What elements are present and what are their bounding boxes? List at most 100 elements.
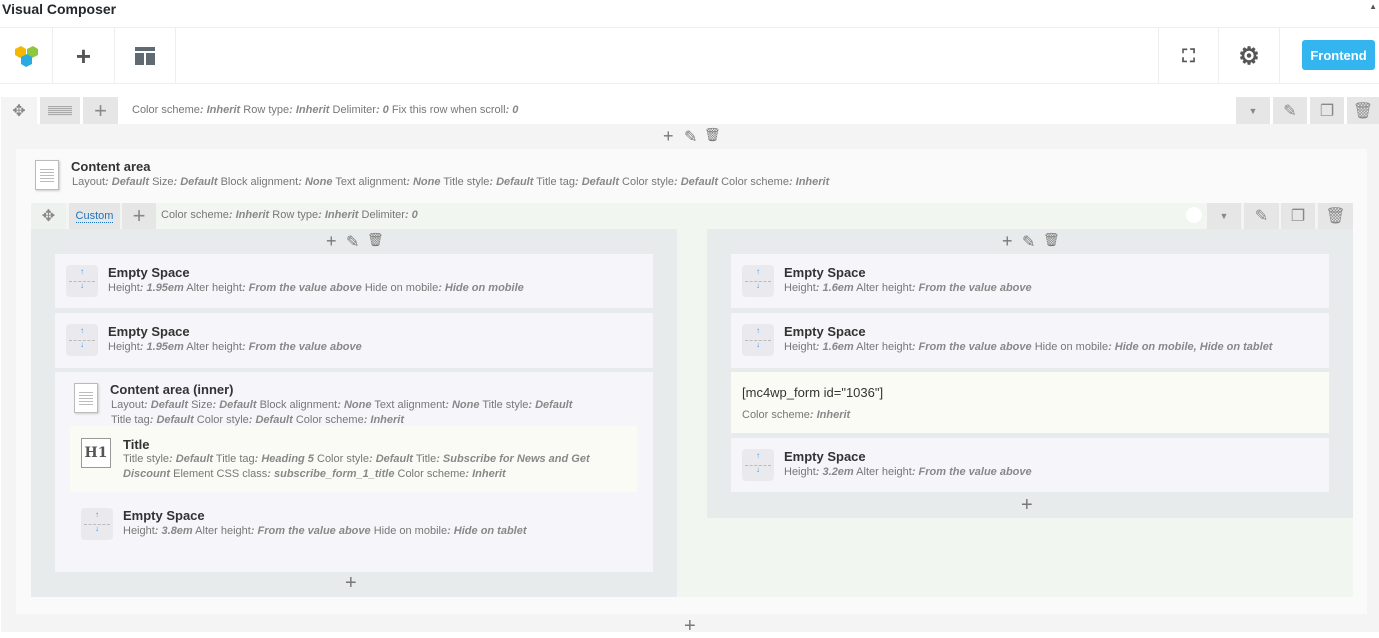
meta-value: : Default: [169, 453, 214, 465]
shortcode-element[interactable]: [mc4wp_form id="1036"] Color scheme: Inh…: [731, 372, 1329, 433]
row-layout-button[interactable]: [40, 97, 80, 124]
clone-inner-row-icon[interactable]: ❐: [1281, 203, 1315, 229]
meta-value: : Default: [149, 414, 194, 426]
meta-value: : 1.95em: [139, 341, 184, 353]
empty-space-element[interactable]: ↑ ↓ Empty Space Height: 3.2em Alter heigh…: [731, 438, 1329, 492]
meta-value: : Default: [105, 176, 150, 188]
delete-column-trash-icon[interactable]: 🗑: [704, 127, 721, 143]
outer-row-meta: Color scheme: Inherit Row type: Inherit …: [132, 104, 518, 116]
meta-pair: Color scheme: Inherit: [295, 414, 405, 426]
title-element[interactable]: H1 Title Title style: Default Title tag:…: [70, 426, 637, 492]
empty-space-icon: ↑ ↓: [66, 324, 98, 356]
delete-inner-row-trash-icon[interactable]: 🗑: [1318, 203, 1353, 229]
move-row-icon[interactable]: ✥: [1, 97, 37, 124]
meta-pair: Fix this row when scroll: 0: [391, 104, 519, 116]
meta-value: : Default: [173, 176, 218, 188]
meta-value: : From the value above: [241, 341, 362, 353]
inner-row-meta: Color scheme: Inherit Row type: Inherit …: [161, 209, 418, 221]
meta-pair: Color scheme: Inherit: [397, 468, 506, 480]
meta-pair: Color scheme: Inherit: [161, 209, 270, 221]
meta-value: : Inherit: [788, 176, 830, 188]
element-meta: Height: 1.6em Alter height: From the val…: [784, 340, 1272, 355]
delete-column-trash-icon[interactable]: 🗑: [367, 232, 384, 248]
empty-space-icon: ↑ ↓: [81, 508, 113, 540]
meta-value: : None: [406, 176, 441, 188]
delete-column-trash-icon[interactable]: 🗑: [1043, 232, 1060, 248]
meta-value: : Hide on mobile: [438, 282, 524, 294]
meta-value: : Default: [212, 399, 257, 411]
content-area-meta: Layout: Default Size: Default Block alig…: [72, 176, 829, 188]
meta-pair: Height: 1.6em: [784, 341, 854, 353]
inner-row-toggle[interactable]: [1186, 207, 1202, 223]
move-inner-row-icon[interactable]: ✥: [31, 203, 66, 229]
meta-value: : Inherit: [289, 104, 330, 116]
meta-pair: Title style: Default: [482, 399, 573, 411]
edit-column-pencil-icon[interactable]: ✎: [1022, 232, 1035, 252]
meta-value: : Inherit: [809, 409, 851, 421]
clone-row-icon[interactable]: ❐: [1310, 97, 1344, 124]
empty-space-element[interactable]: ↑ ↓ Empty Space Height: 1.6em Alter heigh…: [731, 254, 1329, 308]
settings-gear-icon[interactable]: ⚙: [1219, 28, 1280, 84]
inner-row-layout-custom[interactable]: Custom: [69, 203, 120, 229]
meta-pair: Height: 1.95em: [108, 282, 184, 294]
element-title: Empty Space: [123, 508, 205, 523]
add-element-plus-icon[interactable]: +: [663, 126, 674, 147]
add-row-plus-icon[interactable]: +: [684, 615, 696, 638]
meta-pair: Alter height: From the value above: [856, 282, 1032, 294]
heading-h1-icon: H1: [81, 438, 111, 468]
meta-value: : Inherit: [465, 468, 506, 480]
meta-value: : From the value above: [250, 525, 371, 537]
meta-pair: Title style: Default: [123, 453, 214, 465]
add-column-button[interactable]: +: [83, 97, 118, 124]
meta-pair: Height: 3.2em: [784, 466, 854, 478]
meta-value: : From the value above: [241, 282, 362, 294]
add-element-bottom-plus-icon[interactable]: +: [345, 572, 357, 595]
row-dropdown-icon[interactable]: ▼: [1236, 97, 1270, 124]
meta-pair: Title tag: Heading 5: [215, 453, 314, 465]
inner-row-dropdown-icon[interactable]: ▼: [1207, 203, 1241, 229]
meta-value: : None: [337, 399, 372, 411]
meta-pair: Row type: Inherit: [272, 209, 359, 221]
delete-row-trash-icon[interactable]: 🗑: [1347, 97, 1379, 124]
element-title: Empty Space: [784, 265, 866, 280]
collapse-arrow-icon[interactable]: ▲: [1369, 2, 1377, 11]
custom-layout-link[interactable]: Custom: [75, 210, 114, 223]
templates-layout-icon[interactable]: [115, 28, 176, 84]
add-element-plus-icon[interactable]: +: [1002, 231, 1013, 252]
empty-space-element[interactable]: ↑ ↓ Empty Space Height: 1.95em Alter heig…: [55, 254, 653, 308]
meta-pair: Block alignment: None: [259, 399, 372, 411]
edit-column-pencil-icon[interactable]: ✎: [346, 232, 359, 252]
meta-value: : Default: [368, 453, 413, 465]
meta-pair: Hide on mobile: Hide on mobile, Hide on …: [1034, 341, 1273, 353]
empty-space-element[interactable]: ↑ ↓ Empty Space Height: 1.6em Alter heigh…: [731, 313, 1329, 368]
element-meta: Layout: Default Size: Default Block alig…: [111, 398, 591, 428]
meta-pair: Color scheme: Inherit: [721, 176, 830, 188]
meta-pair: Alter height: From the value above: [856, 341, 1032, 353]
meta-value: : Default: [574, 176, 619, 188]
frontend-button[interactable]: Frontend: [1302, 40, 1375, 70]
element-title: Title: [123, 437, 150, 452]
meta-value: : 1.95em: [139, 282, 184, 294]
add-inner-column-button[interactable]: +: [122, 203, 156, 229]
meta-value: : From the value above: [911, 341, 1032, 353]
empty-space-element[interactable]: ↑ ↓ Empty Space Height: 1.95em Alter heig…: [55, 313, 653, 368]
meta-pair: Color scheme: Inherit: [742, 409, 851, 421]
edit-column-pencil-icon[interactable]: ✎: [684, 127, 697, 147]
meta-value: : 1.6em: [815, 282, 854, 294]
meta-pair: Size: Default: [191, 399, 257, 411]
meta-pair: Alter height: From the value above: [186, 341, 362, 353]
element-meta: Height: 1.95em Alter height: From the va…: [108, 340, 362, 355]
fullscreen-icon[interactable]: ⛶: [1158, 28, 1219, 84]
empty-space-element[interactable]: ↑ ↓ Empty Space Height: 3.8em Alter heigh…: [70, 500, 637, 550]
add-element-button[interactable]: +: [53, 28, 115, 84]
element-meta: Color scheme: Inherit: [742, 408, 850, 423]
meta-pair: Color style: Default: [196, 414, 293, 426]
meta-pair: Color style: Default: [622, 176, 719, 188]
add-element-plus-icon[interactable]: +: [326, 231, 337, 252]
element-meta: Height: 1.95em Alter height: From the va…: [108, 281, 524, 296]
meta-pair: Element CSS class: subscribe_form_1_titl…: [173, 468, 395, 480]
add-element-bottom-plus-icon[interactable]: +: [1021, 494, 1033, 517]
edit-row-pencil-icon[interactable]: ✎: [1273, 97, 1307, 124]
meta-value: : From the value above: [911, 282, 1032, 294]
edit-inner-row-pencil-icon[interactable]: ✎: [1244, 203, 1279, 229]
